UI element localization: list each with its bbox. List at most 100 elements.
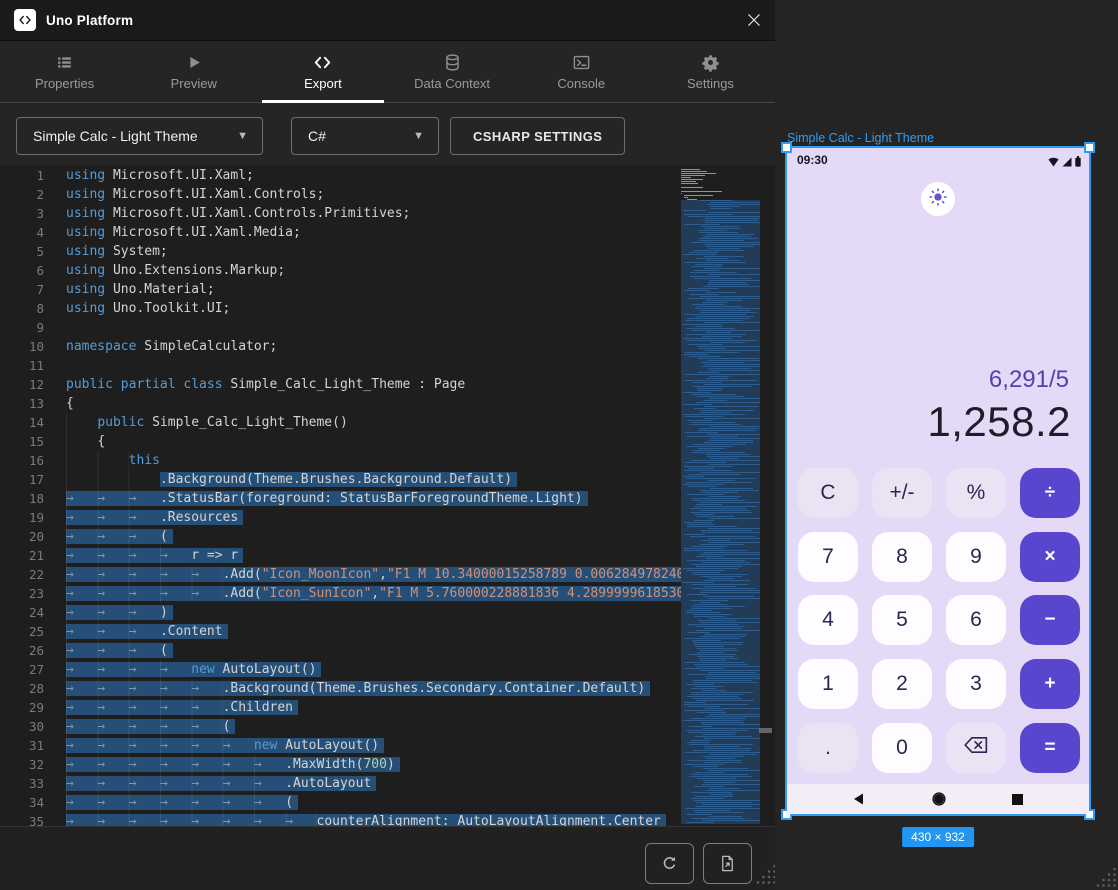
minimap[interactable] bbox=[681, 166, 775, 826]
code-line: 14 public Simple_Calc_Light_Theme() bbox=[0, 413, 775, 432]
tab-preview[interactable]: Preview bbox=[129, 41, 258, 102]
wifi-icon bbox=[1048, 154, 1059, 172]
calc-result: 1,258.2 bbox=[927, 398, 1071, 446]
component-dropdown[interactable]: Simple Calc - Light Theme ▼ bbox=[16, 117, 263, 155]
tab-export[interactable]: Export bbox=[258, 41, 387, 102]
console-icon bbox=[572, 52, 591, 72]
code-line: 10namespace SimpleCalculator; bbox=[0, 337, 775, 356]
tab-console[interactable]: Console bbox=[517, 41, 646, 102]
key-5[interactable]: 5 bbox=[872, 595, 932, 645]
devtools-window: Uno Platform PropertiesPreviewExportData… bbox=[0, 0, 775, 890]
resize-grip[interactable] bbox=[755, 863, 776, 889]
close-icon[interactable] bbox=[745, 11, 763, 29]
calculator-keypad: C +/-% ÷ 789 × 456− 123 +. 0 = bbox=[798, 468, 1080, 773]
code-line: 29→ → → → → .Children bbox=[0, 698, 775, 717]
language-dropdown-value: C# bbox=[308, 128, 326, 144]
key-9[interactable]: 9 bbox=[946, 532, 1006, 582]
key-4[interactable]: 4 bbox=[798, 595, 858, 645]
uno-logo-icon bbox=[14, 9, 36, 31]
android-nav-bar bbox=[787, 784, 1089, 814]
window-title: Uno Platform bbox=[46, 13, 133, 28]
backspace-icon bbox=[963, 736, 989, 760]
code-line: 23→ → → → → .Add("Icon_SunIcon","F1 M 5.… bbox=[0, 584, 775, 603]
status-time: 09:30 bbox=[797, 153, 828, 167]
code-line: 31→ → → → → → new AutoLayout() bbox=[0, 736, 775, 755]
code-line: 8using Uno.Toolkit.UI; bbox=[0, 299, 775, 318]
code-line: 21→ → → → r => r bbox=[0, 546, 775, 565]
code-line: 32→ → → → → → → .MaxWidth(700) bbox=[0, 755, 775, 774]
uno-platform-devtools: Uno Platform PropertiesPreviewExportData… bbox=[0, 0, 1118, 890]
code-line: 17 .Background(Theme.Brushes.Background.… bbox=[0, 470, 775, 489]
theme-toggle-button[interactable] bbox=[921, 182, 955, 216]
language-dropdown[interactable]: C# ▼ bbox=[291, 117, 439, 155]
tab-settings[interactable]: Settings bbox=[646, 41, 775, 102]
battery-icon bbox=[1075, 154, 1081, 172]
calc-expression: 6,291/5 bbox=[989, 366, 1069, 394]
key-0[interactable]: 0 bbox=[872, 723, 932, 773]
code-line: 34→ → → → → → → ( bbox=[0, 793, 775, 812]
code-line: 35→ → → → → → → → counterAlignment: Auto… bbox=[0, 812, 775, 826]
code-line: 20→ → → ( bbox=[0, 527, 775, 546]
code-line: 2using Microsoft.UI.Xaml.Controls; bbox=[0, 185, 775, 204]
preview-canvas: Simple Calc - Light Theme 09:30 6,291/5 … bbox=[775, 0, 1118, 890]
code-lines: 1using Microsoft.UI.Xaml;2using Microsof… bbox=[0, 166, 775, 826]
export-file-button[interactable] bbox=[703, 843, 752, 884]
key-dot[interactable]: . bbox=[798, 723, 858, 773]
cellular-icon bbox=[1062, 154, 1072, 172]
chevron-down-icon: ▼ bbox=[237, 130, 248, 142]
code-line: 26→ → → ( bbox=[0, 641, 775, 660]
component-dropdown-value: Simple Calc - Light Theme bbox=[33, 128, 198, 144]
key-%[interactable]: % bbox=[946, 468, 1006, 518]
vertical-scrollbar[interactable] bbox=[759, 728, 772, 733]
size-badge: 430 × 932 bbox=[902, 827, 974, 847]
key-−[interactable]: − bbox=[1020, 595, 1080, 645]
code-line: 11 bbox=[0, 356, 775, 375]
home-icon[interactable] bbox=[931, 791, 947, 807]
key-backspace[interactable] bbox=[946, 723, 1006, 773]
refresh-button[interactable] bbox=[645, 843, 694, 884]
phone-preview[interactable]: 09:30 6,291/5 1,258.2 C +/-% ÷ 789 × 456− 123 +… bbox=[785, 146, 1091, 816]
recent-icon[interactable] bbox=[1011, 793, 1024, 806]
code-line: 7using Uno.Material; bbox=[0, 280, 775, 299]
code-line: 3using Microsoft.UI.Xaml.Controls.Primit… bbox=[0, 204, 775, 223]
key-÷[interactable]: ÷ bbox=[1020, 468, 1080, 518]
key-+[interactable]: + bbox=[1020, 659, 1080, 709]
tab-data-context[interactable]: Data Context bbox=[388, 41, 517, 102]
code-line: 5using System; bbox=[0, 242, 775, 261]
key-1[interactable]: 1 bbox=[798, 659, 858, 709]
code-editor[interactable]: 1using Microsoft.UI.Xaml;2using Microsof… bbox=[0, 166, 775, 826]
key-6[interactable]: 6 bbox=[946, 595, 1006, 645]
code-line: 22→ → → → → .Add("Icon_MoonIcon","F1 M 1… bbox=[0, 565, 775, 584]
key-=[interactable]: = bbox=[1020, 723, 1080, 773]
title-bar: Uno Platform bbox=[0, 0, 775, 41]
back-icon[interactable] bbox=[852, 792, 866, 806]
code-icon bbox=[313, 52, 332, 72]
code-line: 9 bbox=[0, 318, 775, 337]
code-line: 25→ → → .Content bbox=[0, 622, 775, 641]
key-7[interactable]: 7 bbox=[798, 532, 858, 582]
key-+/-[interactable]: +/- bbox=[872, 468, 932, 518]
code-line: 15 { bbox=[0, 432, 775, 451]
code-line: 24→ → → ) bbox=[0, 603, 775, 622]
gear-icon bbox=[701, 52, 720, 72]
footer-bar bbox=[0, 826, 775, 890]
key-8[interactable]: 8 bbox=[872, 532, 932, 582]
code-line: 12public partial class Simple_Calc_Light… bbox=[0, 375, 775, 394]
key-3[interactable]: 3 bbox=[946, 659, 1006, 709]
code-line: 27→ → → → new AutoLayout() bbox=[0, 660, 775, 679]
key-2[interactable]: 2 bbox=[872, 659, 932, 709]
csharp-settings-button[interactable]: CSHARP SETTINGS bbox=[450, 117, 625, 155]
tab-properties[interactable]: Properties bbox=[0, 41, 129, 102]
code-line: 33→ → → → → → → .AutoLayout bbox=[0, 774, 775, 793]
key-C[interactable]: C bbox=[798, 468, 858, 518]
status-icons bbox=[1048, 154, 1081, 172]
tab-bar: PropertiesPreviewExportData ContextConso… bbox=[0, 41, 775, 103]
code-line: 6using Uno.Extensions.Markup; bbox=[0, 261, 775, 280]
resize-grip[interactable] bbox=[1095, 866, 1116, 890]
code-line: 16 this bbox=[0, 451, 775, 470]
list-icon bbox=[55, 52, 74, 72]
play-icon bbox=[184, 52, 203, 72]
code-line: 1using Microsoft.UI.Xaml; bbox=[0, 166, 775, 185]
chevron-down-icon: ▼ bbox=[413, 130, 424, 142]
key-×[interactable]: × bbox=[1020, 532, 1080, 582]
